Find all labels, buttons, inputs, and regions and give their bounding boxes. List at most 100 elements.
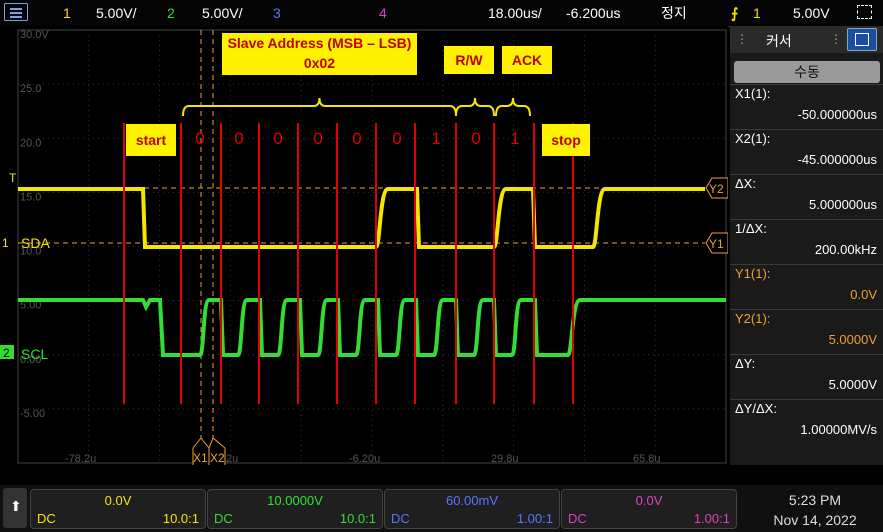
channel-coupling: DC [214,511,233,526]
panel-separator [730,399,883,400]
menu-icon[interactable] [4,3,28,21]
cursor-readout-value: 5.000000us [809,197,877,212]
cursor-readout-label: ΔY/ΔX: [735,401,777,416]
channel-offset: 0.0V [104,493,132,508]
channel-2-box[interactable]: 10.0000V DC 10.0:1 [207,489,383,529]
x-tick-label: -6.20u [349,453,380,465]
bit-value: 0 [352,129,361,148]
channel-offset: 0.0V [635,493,663,508]
address-title: Slave Address (MSB – LSB) [227,35,412,51]
y-tick-label: 30.0V [20,29,49,41]
sda-trace [18,187,705,249]
panel-separator [730,264,883,265]
clock-time: 5:23 PM [788,492,842,508]
address-value: 0x02 [303,55,336,71]
ch2-number[interactable]: 2 [167,4,175,22]
panel-separator [730,174,883,175]
timebase[interactable]: 18.00us/ [488,4,542,22]
sda-label: SDA [21,235,50,251]
ch2-scale[interactable]: 5.00V/ [202,4,242,22]
bit-value: 0 [471,129,480,148]
bit-value: 0 [195,129,204,148]
trigger-channel[interactable]: 1 [753,4,761,22]
arrow-up-icon: ⬆ [10,498,22,514]
cursor-readout-label: 1/ΔX: [735,221,767,236]
cursor-readout-value: 1.00000MV/s [800,422,877,437]
cursor-readout-value: 200.00kHz [814,242,877,257]
cursor-mode-button[interactable]: 수동 [734,61,880,83]
slave-address-annotation: Slave Address (MSB – LSB) 0x02 [222,33,417,75]
panel-separator [730,129,883,130]
channel-3-box[interactable]: 60.00mV DC 1.00:1 [384,489,560,529]
ack-annotation: ACK [502,46,552,74]
bit-value: 1 [431,129,440,148]
channel-probe: 1.00:1 [693,511,730,526]
channel-coupling: DC [37,511,56,526]
channel-offset: 60.00mV [445,493,499,508]
rw-brace [455,97,495,117]
panel-separator [730,219,883,220]
address-brace [182,97,457,117]
drag-handle-icon[interactable]: ⋮ [736,32,748,46]
panel-separator [730,309,883,310]
channel-probe: 10.0:1 [162,511,199,526]
ch1-scale[interactable]: 5.00V/ [96,4,136,22]
select-region-icon[interactable] [857,5,872,19]
ch3-number[interactable]: 3 [273,4,281,22]
cursor-panel-title: 커서 [766,33,792,49]
panel-separator [730,354,883,355]
expand-button[interactable]: ⬆ [3,488,27,528]
channel-coupling: DC [568,511,587,526]
waveform-display[interactable]: 30.0V 25.0 20.0 15.0 10.0 5.00 0.00 -5.00 -78.2u… [0,26,728,465]
ch2-marker-text: 2 [3,346,10,360]
panel-menu-icon[interactable]: ⋮ [830,32,842,46]
bit-value: 0 [313,129,322,148]
waveform-graticule: 30.0V25.020.015.010.05.000.00-5.00-78.2u… [0,29,728,465]
scl-label: SCL [21,346,48,362]
x-tick-label: 65.8u [633,453,661,465]
cursor-readout-label: X1(1): [735,86,771,101]
cursor-readout-label: Y2(1): [735,311,771,326]
stop-annotation: stop [542,124,590,156]
trigger-marker: T [9,171,17,185]
channel-offset: 10.0000V [267,493,323,508]
y1-label: Y1 [709,237,724,251]
ack-brace [495,97,531,117]
y-tick-label: 25.0 [20,83,41,95]
cursor-readout-value: 0.0V [850,287,877,302]
cursor-readout-label: ΔX: [735,176,756,191]
run-state[interactable]: 정지 [661,4,687,22]
x2-label: X2 [210,451,225,465]
bit-value: 0 [392,129,401,148]
cursor-readout-label: X2(1): [735,131,771,146]
y2-label: Y2 [709,182,724,196]
channel-1-box[interactable]: 0.0V DC 10.0:1 [30,489,206,529]
trigger-delay[interactable]: -6.200us [566,4,620,22]
ch4-number[interactable]: 4 [379,4,387,22]
start-annotation: start [126,124,176,156]
rw-annotation: R/W [444,46,494,74]
x-tick-label: -78.2u [65,453,96,465]
trigger-level[interactable]: 5.00V [793,4,830,22]
channel-coupling: DC [391,511,410,526]
y-tick-label: -5.00 [20,408,45,420]
channel-4-box[interactable]: 0.0V DC 1.00:1 [561,489,737,529]
cursor-readout-label: Y1(1): [735,266,771,281]
bit-value: 0 [273,129,282,148]
x-tick-label: 29.8u [491,453,519,465]
y-tick-label: 15.0 [20,191,41,203]
x1-label: X1 [193,451,208,465]
status-bar: 1 5.00V/ 2 5.00V/ 3 4 18.00us/ -6.200us … [0,0,883,27]
clock-date: Nov 14, 2022 [773,512,857,528]
cursor-readout-value: -45.000000us [797,152,877,167]
cursor-readout-value: 5.0000V [828,377,877,392]
bit-value: 0 [234,129,243,148]
cursor-readout-value: -50.000000us [797,107,877,122]
cursor-readout-value: 5.0000V [828,332,877,347]
panel-toggle-icon[interactable] [847,28,877,51]
ch1-number[interactable]: 1 [63,4,71,22]
y-tick-label: 20.0 [20,137,41,149]
channel-probe: 1.00:1 [516,511,553,526]
ch1-ground-marker: 1 [2,236,9,250]
panel-separator [730,84,883,85]
